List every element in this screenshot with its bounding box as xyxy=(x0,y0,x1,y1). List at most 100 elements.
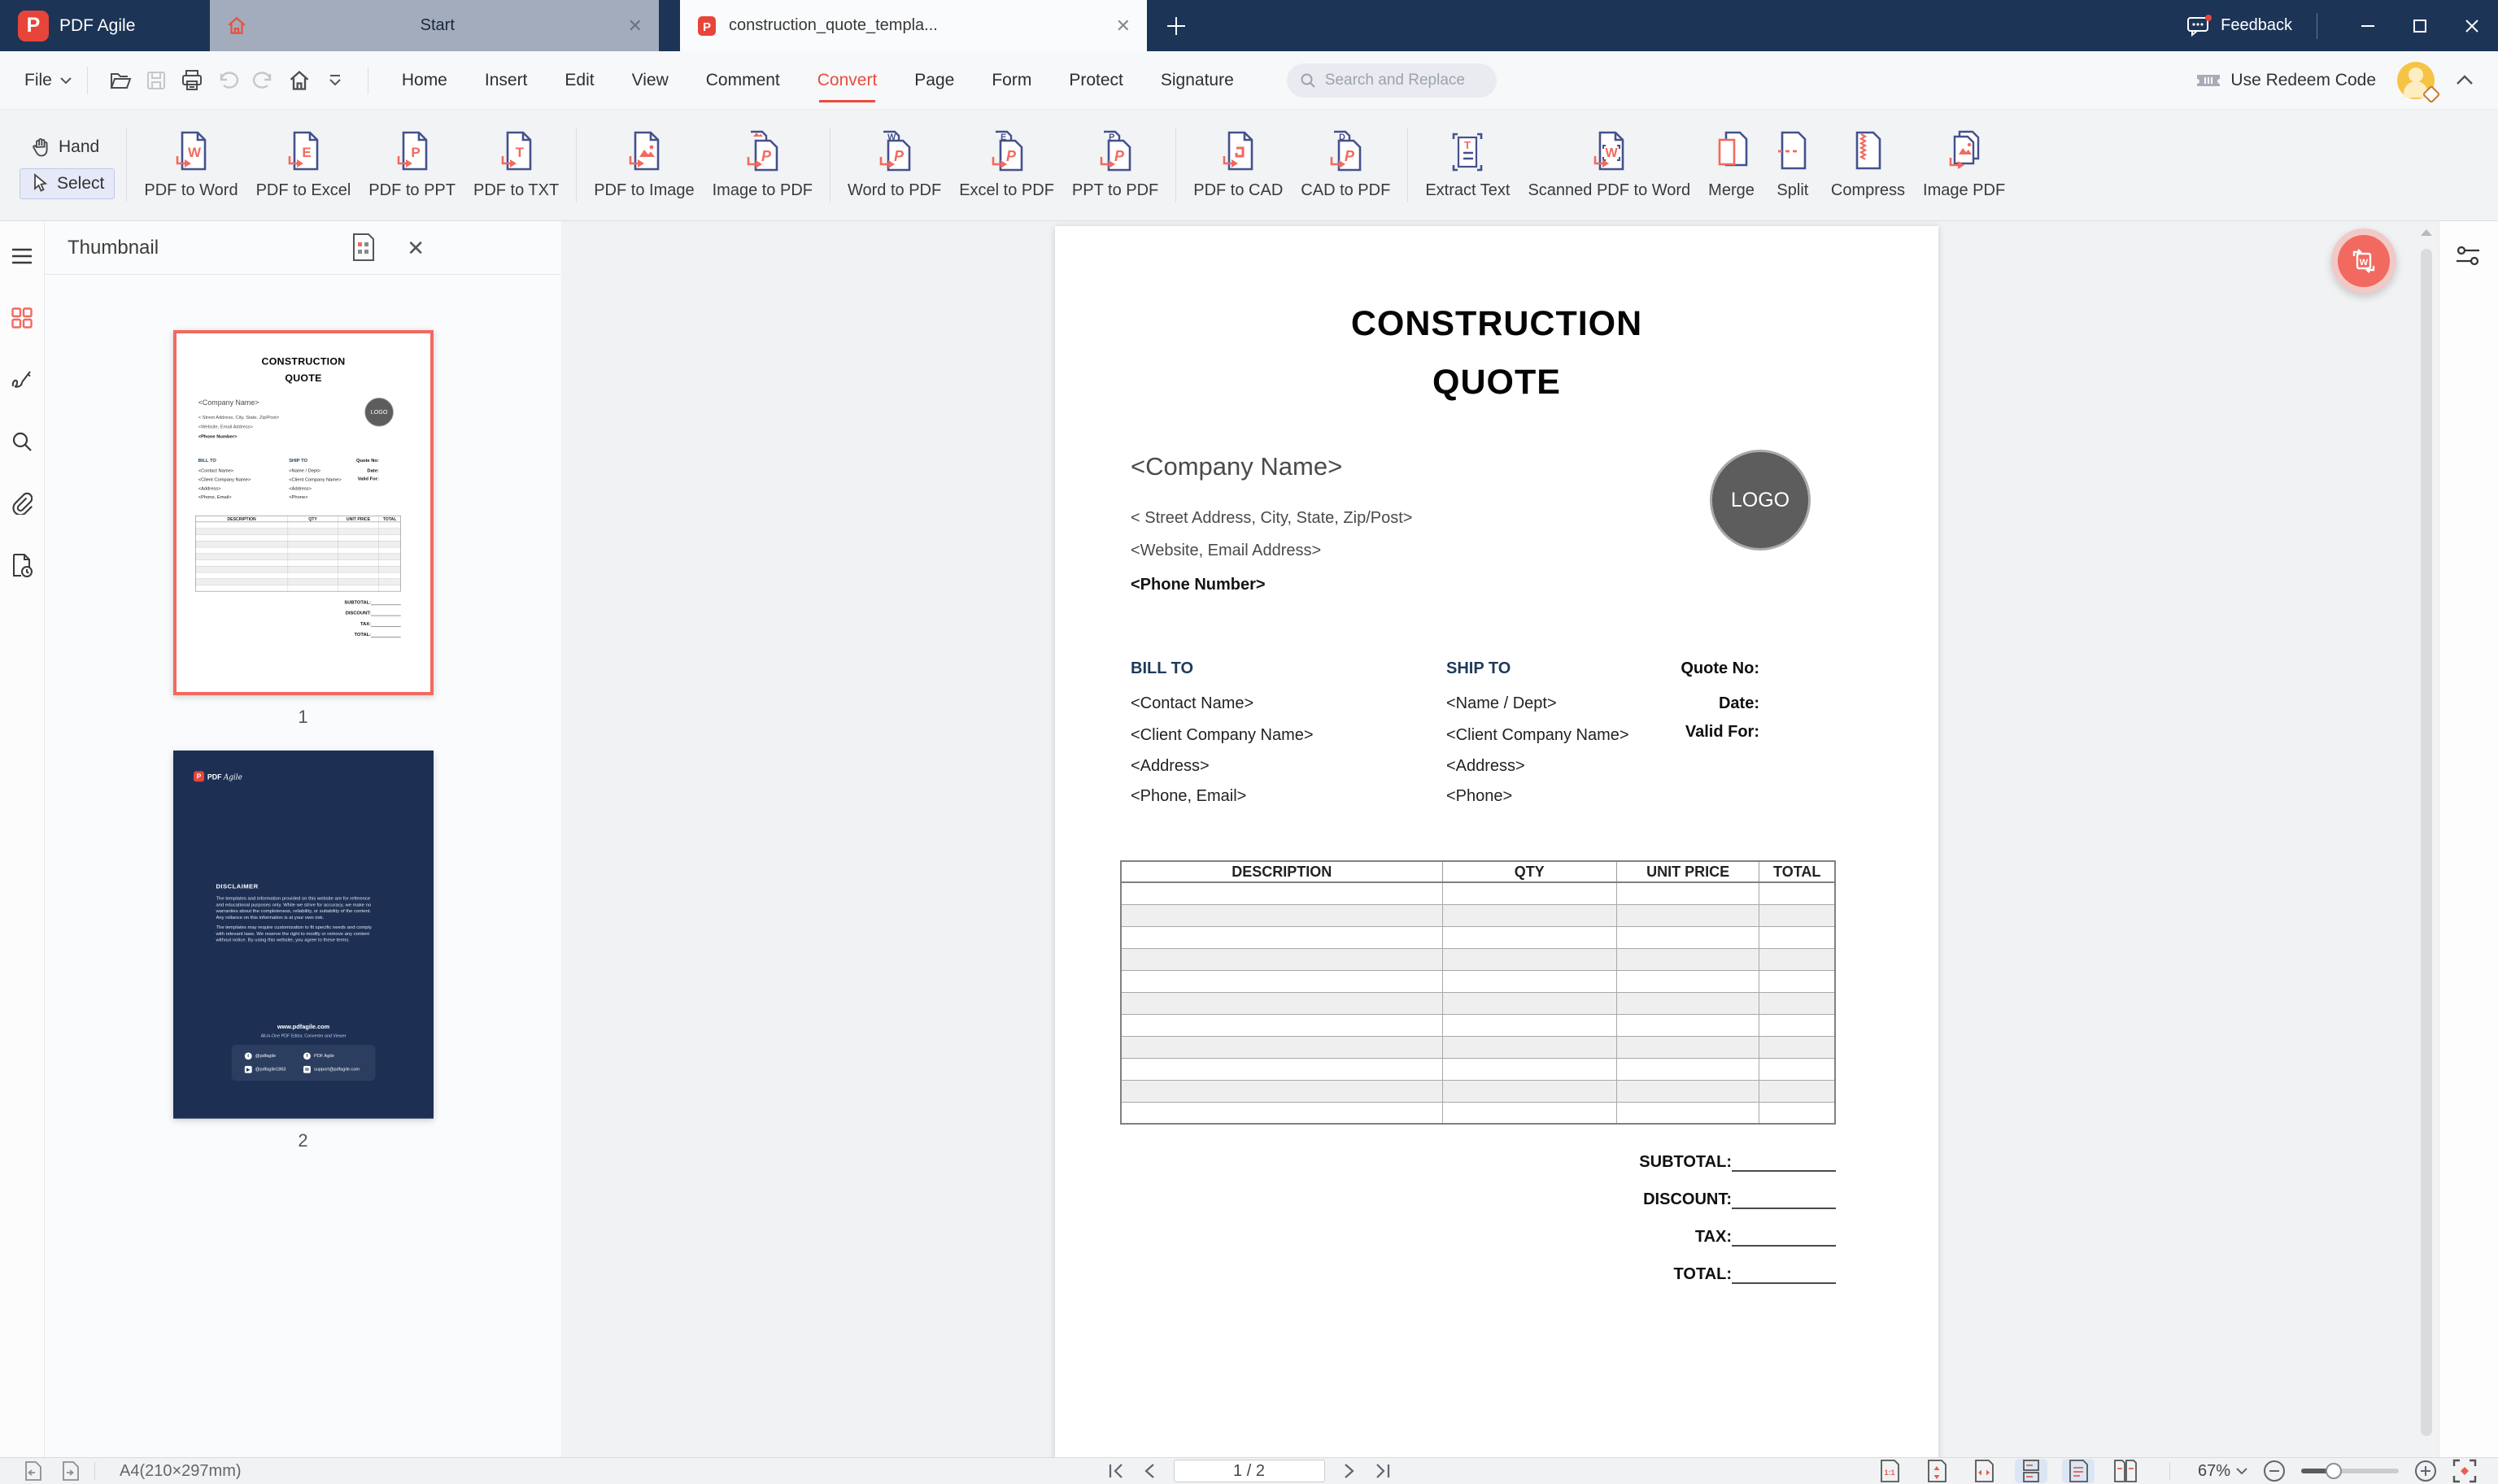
tool-word-to-pdf[interactable]: WP Word to PDF xyxy=(839,130,950,200)
menu-item-protect[interactable]: Protect xyxy=(1069,71,1123,90)
tool-image-to-pdf[interactable]: P Image to PDF xyxy=(704,130,822,200)
zoom-slider[interactable] xyxy=(2301,1463,2399,1479)
search-input[interactable] xyxy=(1323,70,1474,90)
first-page-button[interactable] xyxy=(1107,1462,1125,1480)
tool-ppt-to-pdf[interactable]: PP PPT to PDF xyxy=(1063,130,1167,200)
document-page-1[interactable]: CONSTRUCTION QUOTE <Company Name> < Stre… xyxy=(1055,226,1938,1461)
tool-pdf-to-image[interactable]: PDF to Image xyxy=(585,130,703,200)
tool-pdf-to-excel[interactable]: E PDF to Excel xyxy=(247,130,360,200)
tool-pdf-to-txt[interactable]: T PDF to TXT xyxy=(464,130,568,200)
quick-convert-to-word-button[interactable]: W xyxy=(2331,228,2396,294)
redo-button[interactable] xyxy=(246,63,281,98)
menu-item-view[interactable]: View xyxy=(632,71,669,90)
statusbar-divider xyxy=(2169,1462,2170,1480)
tool-pdf-to-word[interactable]: W PDF to Word xyxy=(135,130,246,200)
previous-page-button[interactable] xyxy=(1143,1462,1156,1480)
menu-item-signature[interactable]: Signature xyxy=(1161,71,1234,90)
bill-to-heading: BILL TO xyxy=(1131,659,1194,677)
close-icon[interactable]: ✕ xyxy=(1116,15,1131,37)
menu-item-edit[interactable]: Edit xyxy=(565,71,594,90)
sidebar-search-button[interactable] xyxy=(6,423,38,460)
tool-split[interactable]: Split xyxy=(1763,130,1822,200)
zoom-level-dropdown[interactable]: 67% xyxy=(2198,1462,2247,1481)
print-button[interactable] xyxy=(174,63,210,98)
menu-item-home[interactable]: Home xyxy=(402,71,447,90)
tab-document[interactable]: P construction_quote_templa... ✕ xyxy=(680,0,1147,51)
zoom-out-button[interactable] xyxy=(2262,1459,2287,1483)
file-menu[interactable]: File xyxy=(24,71,72,90)
previous-view-button[interactable] xyxy=(21,1460,44,1482)
next-page-button[interactable] xyxy=(1343,1462,1356,1480)
continuous-scroll-button[interactable] xyxy=(2014,1459,2047,1483)
last-page-button[interactable] xyxy=(1374,1462,1392,1480)
app-name: PDF Agile xyxy=(59,15,136,35)
customize-quick-access-icon[interactable] xyxy=(317,63,353,98)
sidebar-file-history-button[interactable] xyxy=(6,546,38,584)
svg-text:P: P xyxy=(894,148,905,164)
left-sidebar xyxy=(0,221,45,1461)
tool-compress[interactable]: Compress xyxy=(1822,130,1914,200)
zoom-slider-handle[interactable] xyxy=(2326,1463,2342,1479)
ship-line: <Name / Dept> xyxy=(1446,694,1557,712)
hand-tool-button[interactable]: Hand xyxy=(20,132,115,163)
menu-item-form[interactable]: Form xyxy=(992,71,1031,90)
minimize-button[interactable] xyxy=(2342,0,2394,51)
tab-start[interactable]: Start ✕ xyxy=(210,0,659,51)
ship-line: <Client Company Name> xyxy=(288,477,342,483)
new-tab-button[interactable] xyxy=(1147,0,1205,51)
actual-size-button[interactable]: 1:1 xyxy=(1873,1459,1906,1483)
undo-button[interactable] xyxy=(210,63,246,98)
thumbnail-page-2[interactable]: P PDFAgile DISCLAIMER The templates and … xyxy=(172,751,434,1119)
tool-extract-text[interactable]: T Extract Text xyxy=(1416,130,1519,200)
maximize-button[interactable] xyxy=(2394,0,2446,51)
close-window-button[interactable] xyxy=(2446,0,2498,51)
menu-item-page[interactable]: Page xyxy=(914,71,954,90)
menu-item-comment[interactable]: Comment xyxy=(706,71,780,90)
close-icon[interactable]: ✕ xyxy=(628,15,643,37)
feedback-button[interactable]: Feedback xyxy=(2186,0,2292,51)
vertical-scrollbar[interactable] xyxy=(2419,228,2434,1447)
menu-item-convert[interactable]: Convert xyxy=(817,71,877,102)
menu-item-insert[interactable]: Insert xyxy=(485,71,528,90)
open-file-button[interactable] xyxy=(102,63,138,98)
sliders-icon[interactable] xyxy=(2455,244,2483,268)
fullscreen-button[interactable] xyxy=(2452,1459,2477,1483)
sidebar-signature-button[interactable] xyxy=(6,361,38,398)
facing-pages-button[interactable] xyxy=(2109,1459,2142,1483)
bill-to-heading: BILL TO xyxy=(198,458,216,463)
close-panel-icon[interactable]: ✕ xyxy=(407,236,425,261)
tool-label: PDF to PPT xyxy=(368,181,456,199)
home-toolbar-icon[interactable] xyxy=(281,63,317,98)
tool-pdf-to-cad[interactable]: PDF to CAD xyxy=(1184,130,1292,200)
search-box[interactable] xyxy=(1286,63,1497,98)
sidebar-attachment-button[interactable] xyxy=(6,485,38,522)
avatar[interactable] xyxy=(2397,61,2441,103)
redeem-code-button[interactable]: Use Redeem Code xyxy=(2195,71,2376,90)
ship-to-heading: SHIP TO xyxy=(1446,659,1511,677)
chevron-down-icon xyxy=(2236,1467,2247,1474)
social-youtube: ▶ @pdfagile1863 xyxy=(244,1065,303,1073)
collapse-toolbar-chevron-up-icon[interactable] xyxy=(2456,75,2474,85)
single-page-button[interactable] xyxy=(2061,1459,2095,1483)
tool-cad-to-pdf[interactable]: DP CAD to PDF xyxy=(1292,130,1399,200)
scrollbar-thumb[interactable] xyxy=(2421,249,2432,1436)
thumbnail-page-1-preview: CONSTRUCTION QUOTE <Company Name> < Stre… xyxy=(176,333,430,692)
fit-width-button[interactable] xyxy=(1968,1459,2000,1483)
page-indicator-input[interactable]: 1 / 2 xyxy=(1173,1460,1325,1482)
save-button[interactable] xyxy=(138,63,174,98)
tool-pdf-to-ppt[interactable]: P PDF to PPT xyxy=(360,130,464,200)
fit-page-button[interactable] xyxy=(1920,1459,1953,1483)
sidebar-thumbnail-button[interactable] xyxy=(6,299,38,337)
feedback-icon xyxy=(2186,14,2212,37)
zoom-in-button[interactable] xyxy=(2413,1459,2438,1483)
home-icon xyxy=(226,15,247,37)
page-grid-icon[interactable] xyxy=(351,233,376,262)
next-view-button[interactable] xyxy=(59,1460,81,1482)
tool-scanned-pdf-to-word[interactable]: W Scanned PDF to Word xyxy=(1519,130,1699,200)
tool-excel-to-pdf[interactable]: EP Excel to PDF xyxy=(950,130,1063,200)
thumbnail-page-1[interactable]: CONSTRUCTION QUOTE <Company Name> < Stre… xyxy=(172,330,434,695)
select-tool-button[interactable]: Select xyxy=(20,168,116,199)
tool-merge[interactable]: Merge xyxy=(1699,130,1763,200)
sidebar-menu-button[interactable] xyxy=(6,237,38,275)
tool-image-pdf[interactable]: Image PDF xyxy=(1914,130,2014,200)
